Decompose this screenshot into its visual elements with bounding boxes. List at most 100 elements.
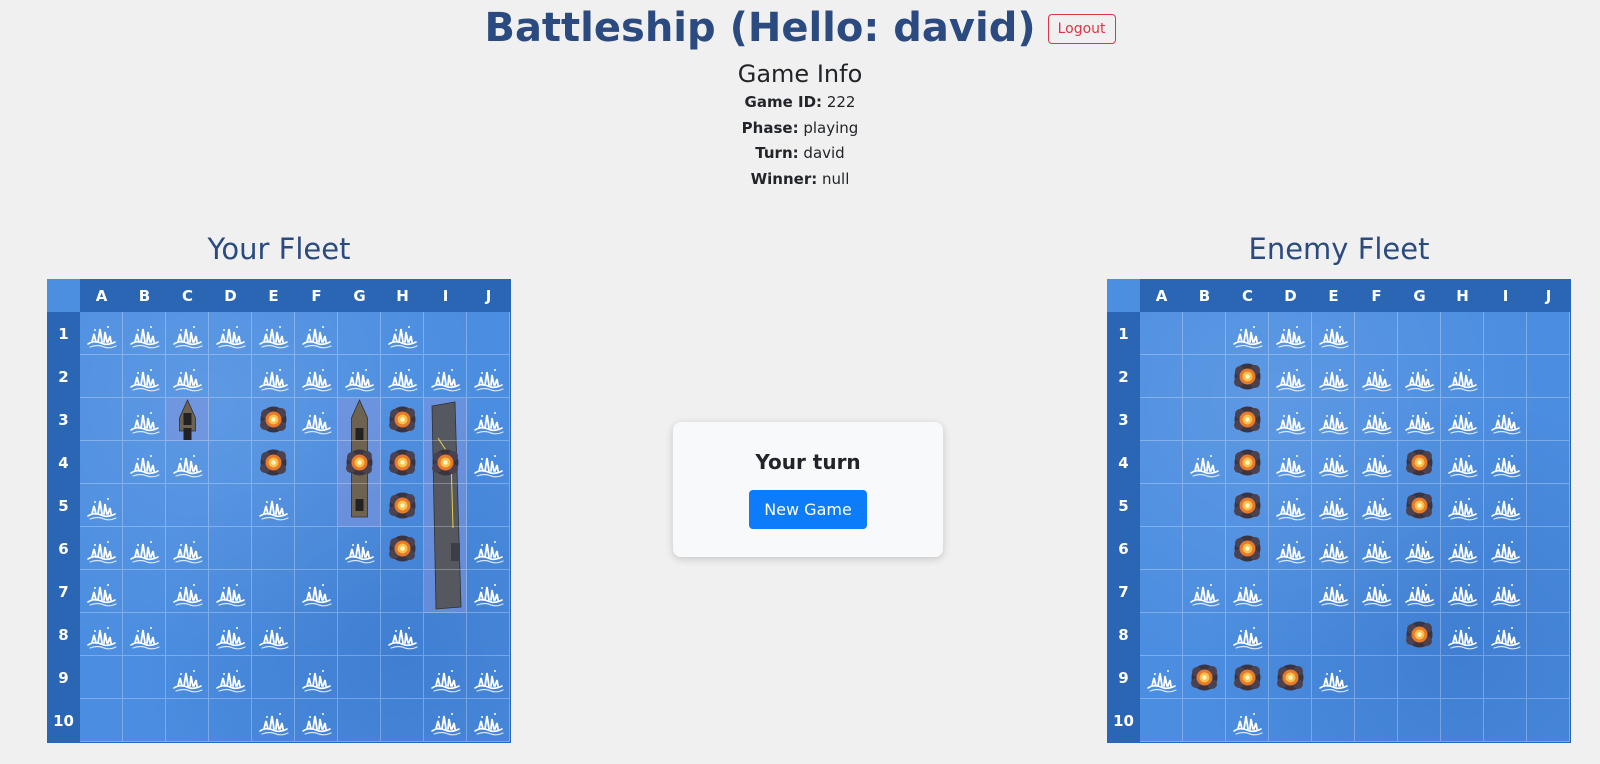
- enemy-cell-d5[interactable]: [1269, 484, 1312, 527]
- enemy-cell-g10[interactable]: [1398, 699, 1441, 742]
- enemy-cell-h10[interactable]: [1441, 699, 1484, 742]
- enemy-cell-d10[interactable]: [1269, 699, 1312, 742]
- enemy-cell-j2[interactable]: [1527, 355, 1570, 398]
- enemy-cell-h4[interactable]: [1441, 441, 1484, 484]
- enemy-cell-f2[interactable]: [1355, 355, 1398, 398]
- enemy-cell-a1[interactable]: [1140, 312, 1183, 355]
- enemy-cell-c5[interactable]: [1226, 484, 1269, 527]
- enemy-cell-h5[interactable]: [1441, 484, 1484, 527]
- enemy-cell-b5[interactable]: [1183, 484, 1226, 527]
- enemy-cell-c8[interactable]: [1226, 613, 1269, 656]
- enemy-cell-g9[interactable]: [1398, 656, 1441, 699]
- enemy-cell-a7[interactable]: [1140, 570, 1183, 613]
- enemy-cell-d3[interactable]: [1269, 398, 1312, 441]
- enemy-cell-b7[interactable]: [1183, 570, 1226, 613]
- enemy-cell-h8[interactable]: [1441, 613, 1484, 656]
- enemy-cell-b3[interactable]: [1183, 398, 1226, 441]
- enemy-cell-b9[interactable]: [1183, 656, 1226, 699]
- enemy-cell-j4[interactable]: [1527, 441, 1570, 484]
- enemy-cell-j6[interactable]: [1527, 527, 1570, 570]
- enemy-cell-d8[interactable]: [1269, 613, 1312, 656]
- enemy-cell-d6[interactable]: [1269, 527, 1312, 570]
- enemy-cell-e9[interactable]: [1312, 656, 1355, 699]
- enemy-cell-b1[interactable]: [1183, 312, 1226, 355]
- enemy-cell-f9[interactable]: [1355, 656, 1398, 699]
- enemy-cell-f8[interactable]: [1355, 613, 1398, 656]
- enemy-cell-j5[interactable]: [1527, 484, 1570, 527]
- enemy-cell-f6[interactable]: [1355, 527, 1398, 570]
- enemy-cell-a10[interactable]: [1140, 699, 1183, 742]
- enemy-cell-a8[interactable]: [1140, 613, 1183, 656]
- enemy-cell-d2[interactable]: [1269, 355, 1312, 398]
- enemy-cell-e1[interactable]: [1312, 312, 1355, 355]
- enemy-cell-c3[interactable]: [1226, 398, 1269, 441]
- enemy-cell-c1[interactable]: [1226, 312, 1269, 355]
- enemy-cell-d1[interactable]: [1269, 312, 1312, 355]
- enemy-cell-b6[interactable]: [1183, 527, 1226, 570]
- enemy-cell-i1[interactable]: [1484, 312, 1527, 355]
- enemy-cell-i8[interactable]: [1484, 613, 1527, 656]
- enemy-cell-g4[interactable]: [1398, 441, 1441, 484]
- enemy-cell-g7[interactable]: [1398, 570, 1441, 613]
- enemy-cell-d4[interactable]: [1269, 441, 1312, 484]
- enemy-cell-a6[interactable]: [1140, 527, 1183, 570]
- enemy-cell-i4[interactable]: [1484, 441, 1527, 484]
- enemy-cell-j9[interactable]: [1527, 656, 1570, 699]
- enemy-cell-b8[interactable]: [1183, 613, 1226, 656]
- enemy-cell-c4[interactable]: [1226, 441, 1269, 484]
- enemy-cell-h1[interactable]: [1441, 312, 1484, 355]
- enemy-cell-e8[interactable]: [1312, 613, 1355, 656]
- enemy-cell-g1[interactable]: [1398, 312, 1441, 355]
- enemy-cell-a9[interactable]: [1140, 656, 1183, 699]
- enemy-cell-d9[interactable]: [1269, 656, 1312, 699]
- enemy-cell-e7[interactable]: [1312, 570, 1355, 613]
- enemy-cell-g8[interactable]: [1398, 613, 1441, 656]
- enemy-cell-f1[interactable]: [1355, 312, 1398, 355]
- logout-button[interactable]: Logout: [1047, 14, 1116, 44]
- enemy-cell-e5[interactable]: [1312, 484, 1355, 527]
- enemy-cell-a2[interactable]: [1140, 355, 1183, 398]
- enemy-cell-h2[interactable]: [1441, 355, 1484, 398]
- enemy-cell-j10[interactable]: [1527, 699, 1570, 742]
- enemy-cell-j1[interactable]: [1527, 312, 1570, 355]
- enemy-cell-b2[interactable]: [1183, 355, 1226, 398]
- enemy-cell-f4[interactable]: [1355, 441, 1398, 484]
- enemy-cell-j8[interactable]: [1527, 613, 1570, 656]
- enemy-cell-g2[interactable]: [1398, 355, 1441, 398]
- enemy-cell-h3[interactable]: [1441, 398, 1484, 441]
- enemy-cell-i10[interactable]: [1484, 699, 1527, 742]
- enemy-cell-g3[interactable]: [1398, 398, 1441, 441]
- enemy-cell-i7[interactable]: [1484, 570, 1527, 613]
- enemy-cell-c6[interactable]: [1226, 527, 1269, 570]
- enemy-cell-e4[interactable]: [1312, 441, 1355, 484]
- enemy-cell-c7[interactable]: [1226, 570, 1269, 613]
- enemy-cell-e10[interactable]: [1312, 699, 1355, 742]
- enemy-cell-g5[interactable]: [1398, 484, 1441, 527]
- enemy-cell-j3[interactable]: [1527, 398, 1570, 441]
- enemy-cell-d7[interactable]: [1269, 570, 1312, 613]
- enemy-cell-b4[interactable]: [1183, 441, 1226, 484]
- enemy-cell-j7[interactable]: [1527, 570, 1570, 613]
- enemy-cell-f3[interactable]: [1355, 398, 1398, 441]
- enemy-cell-e3[interactable]: [1312, 398, 1355, 441]
- enemy-cell-i6[interactable]: [1484, 527, 1527, 570]
- new-game-button[interactable]: New Game: [749, 490, 867, 529]
- enemy-cell-g6[interactable]: [1398, 527, 1441, 570]
- enemy-cell-e2[interactable]: [1312, 355, 1355, 398]
- enemy-cell-c10[interactable]: [1226, 699, 1269, 742]
- enemy-cell-a3[interactable]: [1140, 398, 1183, 441]
- enemy-cell-c2[interactable]: [1226, 355, 1269, 398]
- enemy-cell-i5[interactable]: [1484, 484, 1527, 527]
- enemy-cell-a4[interactable]: [1140, 441, 1183, 484]
- enemy-cell-i9[interactable]: [1484, 656, 1527, 699]
- enemy-cell-f7[interactable]: [1355, 570, 1398, 613]
- enemy-cell-i2[interactable]: [1484, 355, 1527, 398]
- enemy-cell-i3[interactable]: [1484, 398, 1527, 441]
- enemy-cell-e6[interactable]: [1312, 527, 1355, 570]
- enemy-cell-f5[interactable]: [1355, 484, 1398, 527]
- enemy-cell-b10[interactable]: [1183, 699, 1226, 742]
- enemy-cell-f10[interactable]: [1355, 699, 1398, 742]
- enemy-cell-h9[interactable]: [1441, 656, 1484, 699]
- enemy-cell-h7[interactable]: [1441, 570, 1484, 613]
- enemy-cell-a5[interactable]: [1140, 484, 1183, 527]
